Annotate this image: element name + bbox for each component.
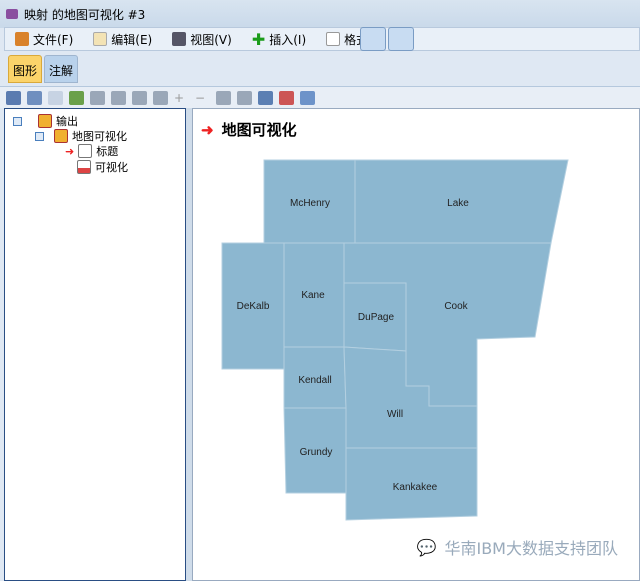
save-icon[interactable] (6, 90, 21, 105)
viewer-pane: ➜ 地图可视化 McHenry Lake DeKalb Kane DuPage C… (192, 108, 640, 581)
app-icon (6, 9, 18, 19)
tree-node-title[interactable]: ➜ 标题 (65, 143, 118, 159)
plus-icon: ✚ (251, 29, 266, 49)
menu-label: 文件(F) (33, 32, 74, 47)
tab-graph[interactable]: 图形 (8, 55, 43, 83)
chart-icon[interactable] (279, 90, 294, 105)
table-icon[interactable] (300, 90, 315, 105)
outline-tree: 输出 地图可视化 ➜ 标题 可视化 (4, 108, 186, 581)
menu-label: 插入(I) (269, 32, 307, 47)
forward-icon[interactable] (153, 90, 168, 105)
collapse-icon[interactable] (35, 131, 44, 141)
menu-view[interactable]: 视图(V) (162, 31, 242, 48)
watermark-text: 华南IBM大数据支持团队 (444, 539, 618, 558)
zoom-in-icon[interactable]: + (174, 91, 189, 105)
menu-file[interactable]: 文件(F) (5, 31, 83, 48)
county-label: Lake (447, 198, 469, 209)
county-label: McHenry (290, 198, 330, 209)
menu-bar: 文件(F) 编辑(E) 视图(V) ✚ 插入(I) 格式 (4, 27, 640, 51)
title-bar: 映射 的地图可视化 #3 (0, 0, 640, 28)
tree-label: 标题 (96, 145, 119, 158)
print-icon[interactable] (27, 90, 42, 105)
wechat-icon: 💬 (416, 537, 437, 557)
county-label: Kendall (298, 375, 331, 386)
export-icon[interactable] (69, 90, 84, 105)
undo-icon[interactable] (90, 90, 105, 105)
collapse-icon[interactable] (13, 116, 22, 126)
zoom-out-icon[interactable]: − (195, 91, 210, 105)
menu-insert[interactable]: ✚ 插入(I) (242, 30, 316, 49)
document-icon (326, 32, 341, 46)
menu-label: 编辑(E) (111, 32, 153, 47)
briefcase-icon (15, 32, 29, 46)
tree-label: 地图可视化 (72, 130, 127, 143)
chart-icon (77, 160, 91, 174)
menu-edit[interactable]: 编辑(E) (83, 31, 162, 48)
tree-label: 可视化 (95, 161, 128, 174)
arrow-icon: ➜ (65, 144, 75, 158)
pages-icon[interactable] (237, 90, 252, 105)
county-label: Cook (444, 301, 468, 312)
title-icon (78, 144, 93, 158)
county-label: DuPage (358, 312, 395, 323)
print-button[interactable] (388, 27, 414, 51)
watermark: 💬 华南IBM大数据支持团队 (417, 535, 618, 559)
chart-editor-button[interactable] (360, 27, 386, 51)
page-icon[interactable] (216, 90, 231, 105)
log-icon (38, 114, 52, 128)
flashlight-icon (172, 32, 187, 46)
log-icon (54, 129, 68, 143)
county-map: McHenry Lake DeKalb Kane DuPage Cook Ken… (221, 159, 569, 521)
county-label: DeKalb (237, 301, 270, 312)
edit-icon (93, 32, 108, 46)
tree-node-visualization[interactable]: 可视化 (77, 159, 128, 175)
preview-icon[interactable] (48, 90, 63, 105)
menu-label: 视图(V) (190, 32, 232, 47)
county-label: Grundy (300, 447, 333, 458)
toolbar: + − (0, 86, 640, 108)
county-label: Will (387, 409, 403, 420)
tree-label: 输出 (56, 115, 78, 128)
window-title: 映射 的地图可视化 #3 (24, 7, 146, 22)
tree-node-output[interactable]: 输出 (13, 113, 78, 129)
layout-icon[interactable] (258, 90, 273, 105)
tab-annotation[interactable]: 注解 (44, 55, 79, 83)
back-icon[interactable] (132, 90, 147, 105)
redo-icon[interactable] (111, 90, 126, 105)
county-label: Kankakee (393, 482, 438, 493)
county-label: Kane (301, 290, 325, 301)
tree-node-map[interactable]: 地图可视化 (35, 128, 127, 144)
